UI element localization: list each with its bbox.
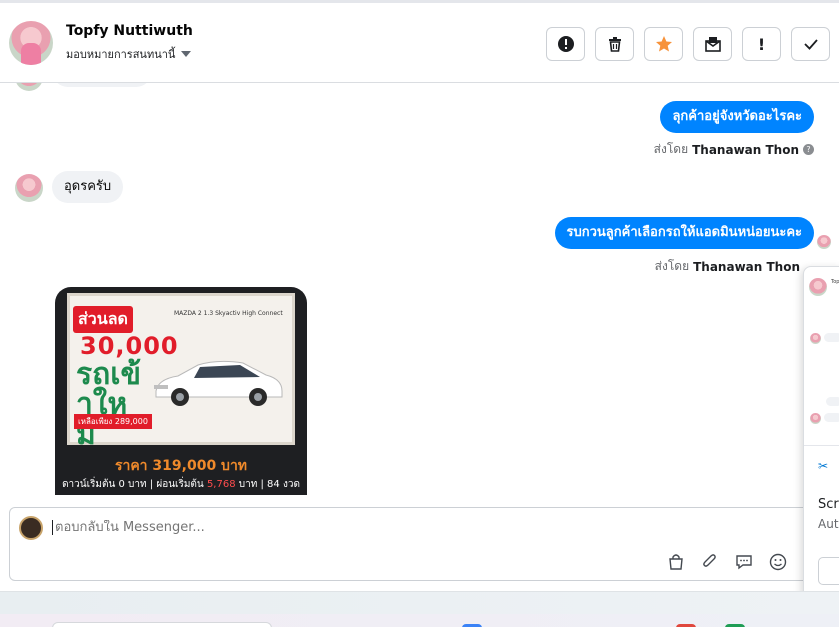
checkmark-icon bbox=[803, 39, 818, 50]
car-financing-terms: ดาวน์เริ่มต้น 0 บาท | ผ่อนเริ่มต้น 5,768… bbox=[55, 477, 307, 492]
delete-button[interactable] bbox=[595, 27, 634, 61]
assign-label: มอบหมายการสนทนานี้ bbox=[66, 48, 176, 61]
terms-prefix: ดาวน์เริ่มต้น 0 บาท | ผ่อนเริ่มต้น bbox=[62, 479, 207, 490]
messenger-inbox-window: Topfy Nuttiwuth มอบหมายการสนทนานี้ ! ลุก… bbox=[0, 0, 839, 627]
terms-suffix: บาท | 84 งวด bbox=[235, 479, 300, 490]
message-bubble-incoming[interactable]: อุดรครับ bbox=[52, 171, 124, 203]
help-icon[interactable]: ? bbox=[803, 144, 814, 155]
star-button[interactable] bbox=[644, 27, 683, 61]
contact-avatar[interactable] bbox=[9, 21, 53, 65]
notification-subtitle: Aut bbox=[818, 517, 839, 531]
sent-by-prefix: ส่งโดย bbox=[654, 259, 690, 273]
alert-circle-icon bbox=[557, 36, 574, 52]
popup-message-avatar bbox=[810, 413, 821, 424]
message-thread: ลุกค้าอยู่จังหวัดอะไรคะ ส่งโดย Thanawan … bbox=[0, 83, 839, 495]
side-popup-window[interactable]: Topf ✂ Scre Aut bbox=[803, 266, 839, 601]
popup-divider bbox=[804, 445, 839, 446]
car-price: ราคา 319,000 บาท bbox=[114, 458, 248, 474]
promo-tag: รถเข้าใหม่ bbox=[76, 357, 142, 452]
popup-avatar bbox=[809, 278, 827, 296]
contact-avatar-small bbox=[15, 83, 43, 91]
conversation-header: Topfy Nuttiwuth มอบหมายการสนทนานี้ ! bbox=[0, 0, 839, 83]
message-bubble-outgoing[interactable]: รบกวนลูกค้าเลือกรถให้แอดมินหน่อยนะคะ bbox=[554, 217, 814, 249]
emoji-button[interactable] bbox=[768, 552, 788, 572]
attach-button[interactable] bbox=[700, 552, 720, 572]
sent-by-label: ส่งโดย Thanawan Thon ? bbox=[654, 140, 814, 159]
caret-down-icon bbox=[181, 51, 192, 57]
composer-tools bbox=[666, 552, 822, 572]
sent-by-prefix: ส่งโดย bbox=[653, 142, 689, 156]
flag-button[interactable]: ! bbox=[742, 27, 781, 61]
page-avatar bbox=[19, 516, 43, 540]
reply-composer bbox=[9, 507, 829, 581]
sent-by-name: Thanawan Thon bbox=[693, 259, 800, 274]
sent-by-name: Thanawan Thon bbox=[692, 142, 799, 157]
car-model-text: MAZDA 2 1.3 Skyactiv High Connect bbox=[174, 310, 283, 317]
popup-message-bubble bbox=[824, 413, 839, 422]
bag-icon bbox=[669, 554, 683, 570]
shop-button[interactable] bbox=[666, 552, 686, 572]
car-promo-image: ส่วนลด MAZDA 2 1.3 Skyactiv High Connect… bbox=[67, 293, 295, 450]
notification-title: Scre bbox=[818, 497, 839, 512]
star-icon bbox=[655, 36, 672, 52]
saved-replies-button[interactable] bbox=[734, 552, 754, 572]
contact-avatar-small[interactable] bbox=[15, 174, 43, 202]
paperclip-icon bbox=[703, 554, 716, 567]
reply-input[interactable] bbox=[52, 520, 652, 535]
promo-discount-label: ส่วนลด bbox=[73, 306, 133, 333]
mark-done-button[interactable] bbox=[791, 27, 830, 61]
trash-icon bbox=[608, 37, 621, 52]
terms-amount: 5,768 bbox=[206, 479, 236, 490]
chat-icon bbox=[736, 555, 752, 570]
os-taskbar bbox=[0, 591, 839, 627]
message-bubble-incoming[interactable] bbox=[52, 83, 152, 87]
contact-name[interactable]: Topfy Nuttiwuth bbox=[66, 23, 193, 39]
notification-action-button[interactable] bbox=[818, 557, 839, 585]
car-listing-card[interactable]: ส่วนลด MAZDA 2 1.3 Skyactiv High Connect… bbox=[55, 287, 307, 495]
emoji-icon bbox=[769, 553, 787, 571]
read-receipt-avatar bbox=[817, 235, 831, 249]
popup-message-bubble bbox=[826, 397, 839, 406]
message-bubble-outgoing[interactable]: ลุกค้าอยู่จังหวัดอะไรคะ bbox=[660, 101, 814, 133]
snipping-tool-icon: ✂ bbox=[818, 459, 829, 473]
popup-message-bubble bbox=[824, 333, 839, 342]
sent-by-label: ส่งโดย Thanawan Thon bbox=[655, 257, 800, 276]
car-illustration bbox=[154, 360, 283, 406]
taskbar-search[interactable] bbox=[52, 622, 272, 627]
mail-icon bbox=[704, 37, 721, 52]
assign-conversation-dropdown[interactable]: มอบหมายการสนทนานี้ bbox=[66, 45, 192, 63]
conversation-toolbar: ! bbox=[546, 27, 830, 61]
mark-spam-button[interactable] bbox=[546, 27, 585, 61]
popup-title-fragment: Topf bbox=[831, 279, 839, 285]
popup-message-avatar bbox=[810, 333, 821, 344]
promo-small-text: เหลือเพียง 289,000 bbox=[74, 414, 152, 429]
mark-unread-button[interactable] bbox=[693, 27, 732, 61]
